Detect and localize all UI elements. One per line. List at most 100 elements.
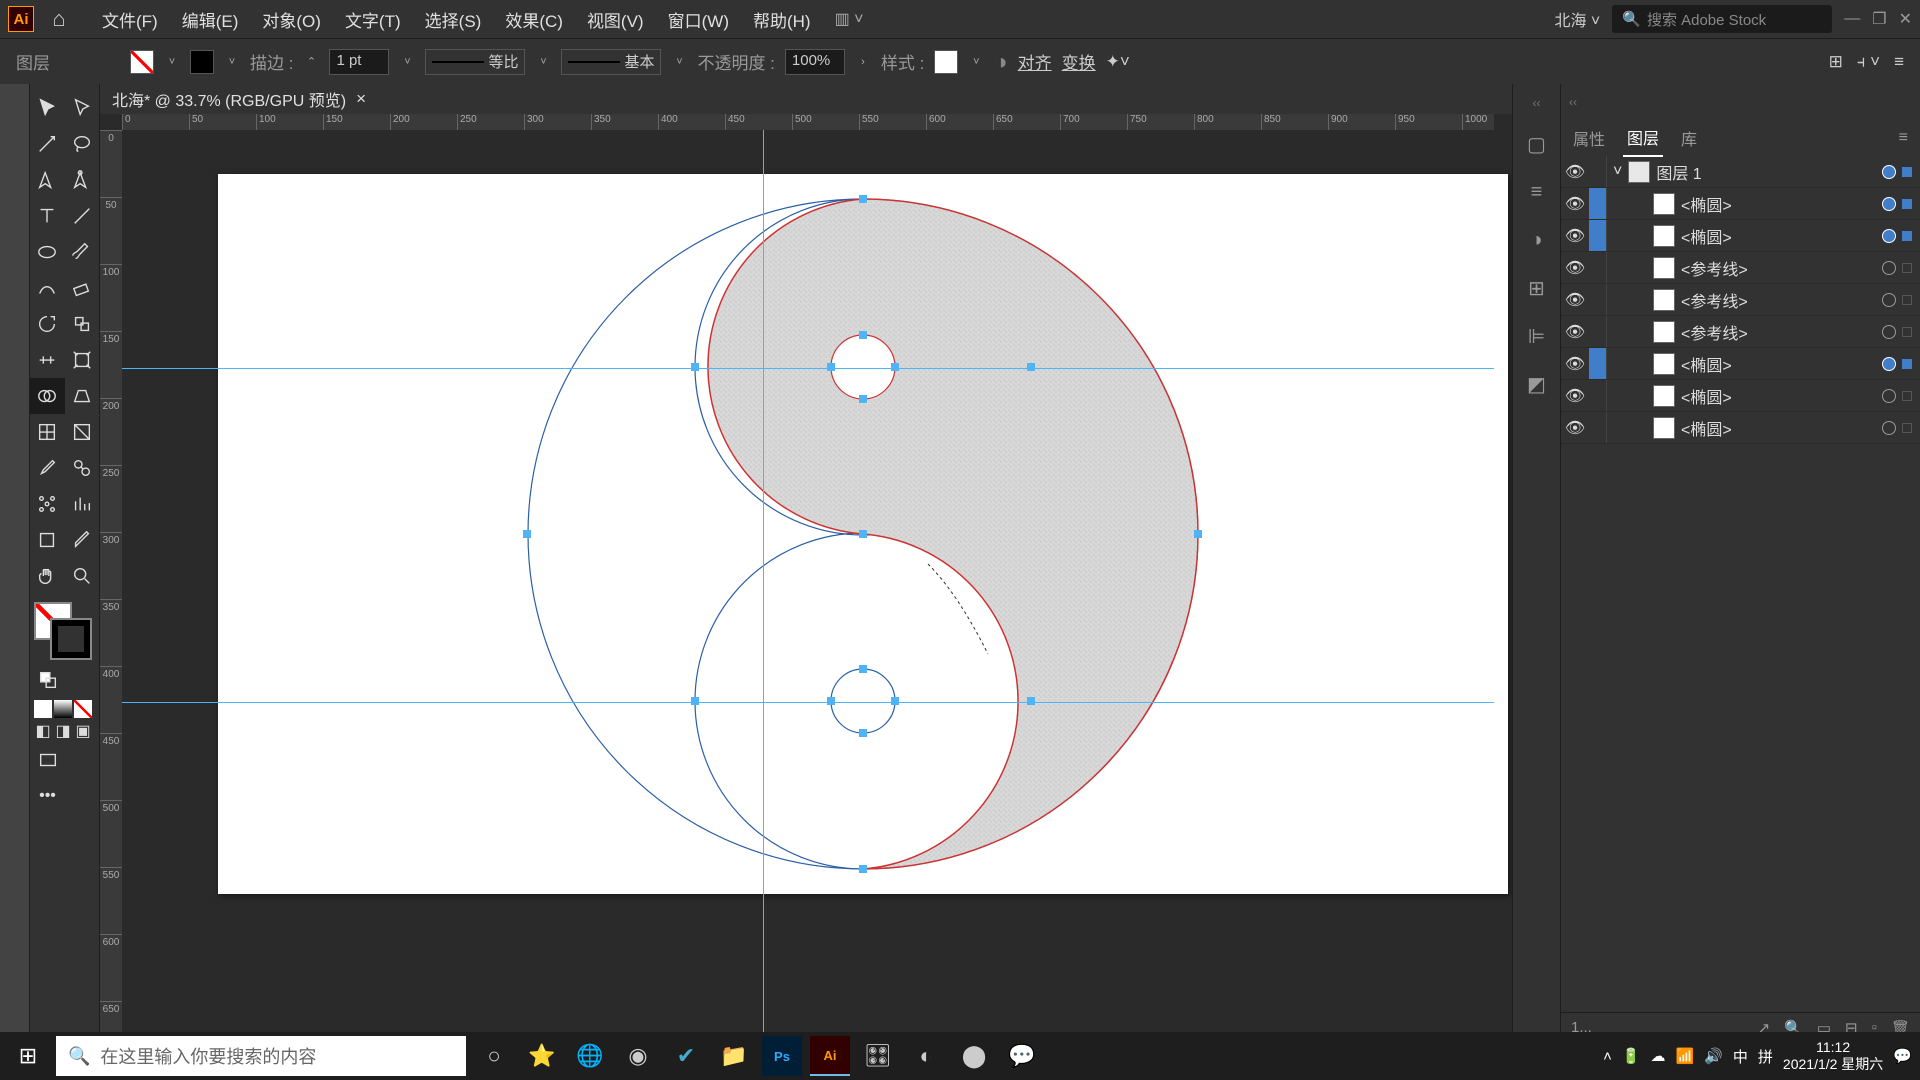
slice-tool[interactable]	[65, 522, 100, 558]
disclosure-icon[interactable]: ˅	[1613, 163, 1622, 181]
visibility-icon[interactable]: 👁	[1561, 418, 1589, 438]
opacity-input[interactable]: 100%	[785, 49, 845, 75]
minimize-icon[interactable]: —	[1844, 10, 1860, 28]
stroke-dd2[interactable]: ˅	[399, 54, 415, 70]
tab-libraries[interactable]: 库	[1677, 120, 1701, 156]
artboard-tool[interactable]	[30, 522, 65, 558]
sublayer-name[interactable]: <椭圆>	[1681, 384, 1732, 408]
visibility-icon[interactable]: 👁	[1561, 386, 1589, 406]
layer-item[interactable]: 👁 <参考线>	[1561, 284, 1920, 316]
transform-link[interactable]: 变换	[1062, 49, 1096, 74]
explorer-icon[interactable]: 📁	[714, 1036, 754, 1076]
zoom-tool[interactable]	[65, 558, 100, 594]
collapse-icon[interactable]: ‹‹	[1533, 96, 1541, 110]
artboards-icon[interactable]: ▢	[1523, 130, 1551, 158]
stroke-swatch[interactable]	[190, 50, 214, 74]
mesh-tool[interactable]	[30, 414, 65, 450]
windows-search[interactable]: 🔍 在这里输入你要搜索的内容	[56, 1036, 466, 1076]
gradient-tool[interactable]	[65, 414, 100, 450]
panel-menu-icon[interactable]: ≡	[1895, 123, 1912, 153]
pathfinder-icon[interactable]: ◩	[1523, 370, 1551, 398]
recolor-icon[interactable]: ◑	[994, 49, 1007, 75]
draw-inside[interactable]: ▣	[74, 722, 92, 740]
grid-icon[interactable]: ⊞	[1829, 52, 1843, 72]
draw-normal[interactable]: ◧	[34, 722, 52, 740]
curvature-tool[interactable]	[65, 162, 100, 198]
menu-type[interactable]: 文字(T)	[335, 3, 411, 36]
notifications-icon[interactable]: 💬	[1893, 1047, 1912, 1065]
wifi-icon[interactable]: 📶	[1676, 1047, 1695, 1065]
app-circle-icon[interactable]: ⬤	[954, 1036, 994, 1076]
sublayer-name[interactable]: <参考线>	[1681, 288, 1748, 312]
cortana-icon[interactable]: ○	[474, 1036, 514, 1076]
visibility-icon[interactable]: 👁	[1561, 354, 1589, 374]
direct-selection-tool[interactable]	[65, 90, 100, 126]
eyedropper-tool[interactable]	[30, 450, 65, 486]
gradient-mode[interactable]	[54, 700, 72, 718]
shaper-tool[interactable]	[30, 270, 65, 306]
layer-item[interactable]: 👁 <椭圆>	[1561, 188, 1920, 220]
magic-wand-tool[interactable]	[30, 126, 65, 162]
width-profile[interactable]: 等比	[425, 49, 525, 75]
isolate-icon[interactable]: ✦˅	[1106, 52, 1130, 72]
target-icon[interactable]	[1882, 389, 1896, 403]
workspace-switcher[interactable]: 北海 ˅	[1554, 7, 1600, 31]
line-tool[interactable]	[65, 198, 100, 234]
davinci-icon[interactable]: 🎛	[858, 1036, 898, 1076]
restore-icon[interactable]: ❐	[1872, 9, 1886, 29]
battery-icon[interactable]: 🔋	[1622, 1047, 1641, 1065]
color-mode[interactable]	[34, 700, 52, 718]
visibility-icon[interactable]: 👁	[1561, 226, 1589, 246]
tab-close-icon[interactable]: ×	[356, 89, 366, 109]
menu-file[interactable]: 文件(F)	[92, 3, 168, 36]
pixel-grid-icon[interactable]: ⊞	[1523, 274, 1551, 302]
sound-icon[interactable]: 🔊	[1704, 1047, 1723, 1065]
ruler-vertical[interactable]: 0501001502002503003504004505005506006507…	[100, 130, 122, 1042]
type-tool[interactable]	[30, 198, 65, 234]
stroke-weight[interactable]: 1 pt	[329, 49, 389, 75]
wechat-icon[interactable]: 💬	[1002, 1036, 1042, 1076]
tray-up-icon[interactable]: ˄	[1603, 1048, 1612, 1065]
target-icon[interactable]	[1882, 293, 1896, 307]
perspective-tool[interactable]	[65, 378, 100, 414]
menu-edit[interactable]: 编辑(E)	[172, 3, 249, 36]
visibility-icon[interactable]: 👁	[1561, 258, 1589, 278]
eraser-tool[interactable]	[65, 270, 100, 306]
stroke-dd[interactable]: ˅	[224, 54, 240, 70]
hand-tool[interactable]	[30, 558, 65, 594]
home-icon[interactable]: ⌂	[46, 6, 72, 32]
lasso-tool[interactable]	[65, 126, 100, 162]
layer-item[interactable]: 👁 <参考线>	[1561, 316, 1920, 348]
target-icon[interactable]	[1882, 229, 1896, 243]
target-icon[interactable]	[1882, 165, 1896, 179]
list-icon[interactable]: ≡	[1523, 178, 1551, 206]
visibility-icon[interactable]: 👁	[1561, 194, 1589, 214]
layer-item[interactable]: 👁 <椭圆>	[1561, 220, 1920, 252]
none-mode[interactable]	[74, 700, 92, 718]
default-fill-stroke[interactable]	[30, 662, 65, 698]
illustrator-icon[interactable]: Ai	[810, 1036, 850, 1076]
scale-tool[interactable]	[65, 306, 100, 342]
chrome-icon[interactable]: ◉	[618, 1036, 658, 1076]
artboard[interactable]	[218, 174, 1508, 894]
fill-dd[interactable]: ˅	[164, 54, 180, 70]
collapse-icon-2[interactable]: ‹‹	[1569, 95, 1577, 109]
measure-tool[interactable]	[65, 450, 100, 486]
stroke-color[interactable]	[52, 620, 90, 658]
menu-help[interactable]: 帮助(H)	[743, 3, 821, 36]
app-star-icon[interactable]: ⭐	[522, 1036, 562, 1076]
appearance-icon[interactable]: ◑	[1523, 226, 1551, 254]
menu-effect[interactable]: 效果(C)	[495, 3, 573, 36]
align-link[interactable]: 对齐	[1018, 49, 1052, 74]
ime-indicator-2[interactable]: 拼	[1758, 1046, 1773, 1067]
layer-root[interactable]: 👁 ˅ 图层 1	[1561, 156, 1920, 188]
target-icon[interactable]	[1882, 197, 1896, 211]
sublayer-name[interactable]: <椭圆>	[1681, 192, 1732, 216]
guide-vertical[interactable]	[763, 130, 764, 1042]
target-icon[interactable]	[1882, 325, 1896, 339]
sublayer-name[interactable]: <椭圆>	[1681, 224, 1732, 248]
width-tool[interactable]	[30, 342, 65, 378]
brush-profile[interactable]: 基本	[561, 49, 661, 75]
target-icon[interactable]	[1882, 261, 1896, 275]
visibility-icon[interactable]: 👁	[1561, 290, 1589, 310]
